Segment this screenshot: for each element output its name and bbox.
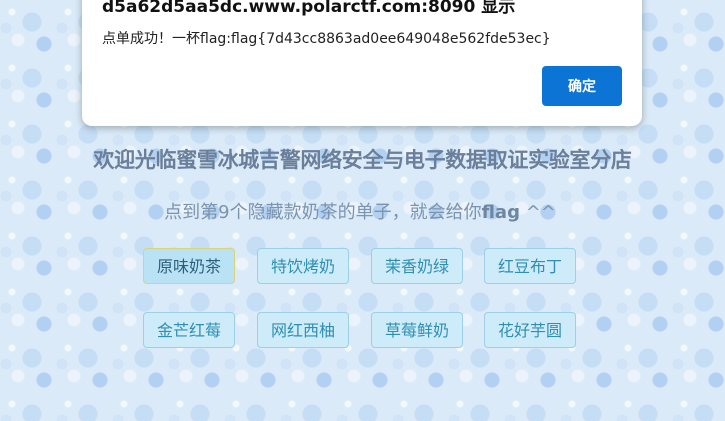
menu-item-original-milk-tea[interactable]: 原味奶茶 [143, 248, 235, 284]
alert-dialog: d5a62d5aa5dc.www.polarctf.com:8090 显示 点单… [82, 0, 642, 126]
page-subtitle: 点到第9个隐藏款奶茶的单子，就会给你flag ^^ [0, 198, 720, 224]
menu-item-roasted-milk[interactable]: 特饮烤奶 [257, 248, 349, 284]
menu-item-strawberry-milk[interactable]: 草莓鲜奶 [371, 312, 463, 348]
menu-item-jasmine-milk-green[interactable]: 茉香奶绿 [371, 248, 463, 284]
dialog-message: 点单成功！一杯flag:flag{7d43cc8863ad0ee649048e5… [102, 31, 551, 47]
menu-item-taro-balls[interactable]: 花好芋圆 [484, 312, 576, 348]
subtitle-suffix: ^^ [519, 202, 556, 223]
dialog-ok-button[interactable]: 确定 [542, 66, 622, 106]
page-title: 欢迎光临蜜雪冰城吉警网络安全与电子数据取证实验室分店 [93, 148, 632, 172]
menu-item-grapefruit[interactable]: 网红西柚 [257, 312, 349, 348]
subtitle-prefix: 点到第9个隐藏款奶茶的单子，就会给你 [164, 202, 482, 223]
dialog-title: d5a62d5aa5dc.www.polarctf.com:8090 显示 [102, 0, 516, 17]
subtitle-flag-word: flag [481, 202, 520, 223]
menu-item-mango-berry[interactable]: 金芒红莓 [143, 312, 235, 348]
menu-item-red-bean-pudding[interactable]: 红豆布丁 [484, 248, 576, 284]
